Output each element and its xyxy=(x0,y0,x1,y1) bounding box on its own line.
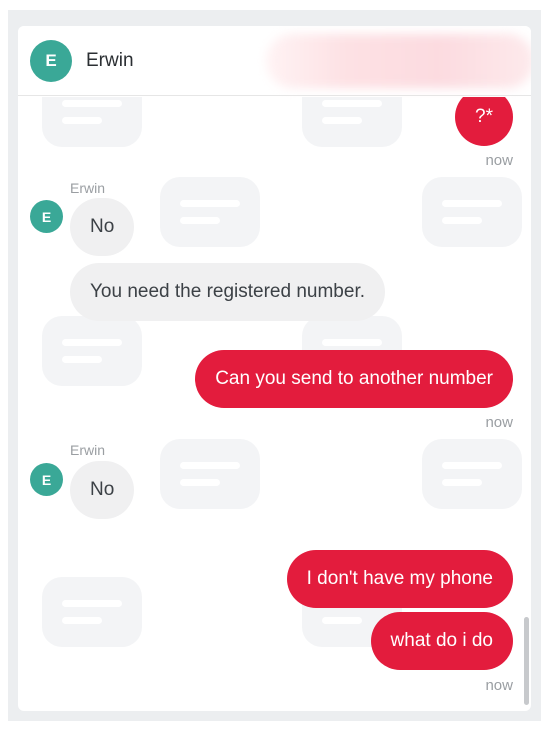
contact-name: Erwin xyxy=(86,50,134,71)
contact-avatar: E xyxy=(30,40,72,82)
watermark-bubble-icon xyxy=(422,177,522,247)
sent-message-bubble[interactable]: Can you send to another number xyxy=(195,350,513,408)
received-message-bubble[interactable]: No xyxy=(70,198,135,256)
sent-message-bubble[interactable]: I don't have my phone xyxy=(286,550,513,608)
chat-header: E Erwin xyxy=(18,26,531,96)
received-message-bubble[interactable]: You need the registered number. xyxy=(70,263,385,321)
message-list[interactable]: ?* now Erwin E No You need the registere… xyxy=(18,97,531,711)
redacted-area xyxy=(266,34,531,88)
sender-avatar: E xyxy=(30,463,63,496)
watermark-bubble-icon xyxy=(422,439,522,509)
watermark-bubble-icon xyxy=(160,177,260,247)
scrollbar-thumb[interactable] xyxy=(524,617,529,705)
sender-name: Erwin xyxy=(70,180,106,196)
watermark-bubble-icon xyxy=(42,97,142,147)
sent-message-bubble[interactable]: ?* xyxy=(455,97,513,146)
message-timestamp: now xyxy=(485,677,513,694)
message-timestamp: now xyxy=(485,152,513,169)
message-timestamp: now xyxy=(485,414,513,431)
watermark-bubble-icon xyxy=(160,439,260,509)
watermark-bubble-icon xyxy=(42,316,142,386)
sender-name: Erwin xyxy=(70,442,106,458)
chat-window: E Erwin ?* now Erwin E No You need the r… xyxy=(18,26,531,711)
sender-avatar: E xyxy=(30,200,63,233)
received-message-bubble[interactable]: No xyxy=(70,461,135,519)
sent-message-bubble[interactable]: what do i do xyxy=(370,612,513,670)
watermark-bubble-icon xyxy=(302,97,402,147)
watermark-bubble-icon xyxy=(42,577,142,647)
